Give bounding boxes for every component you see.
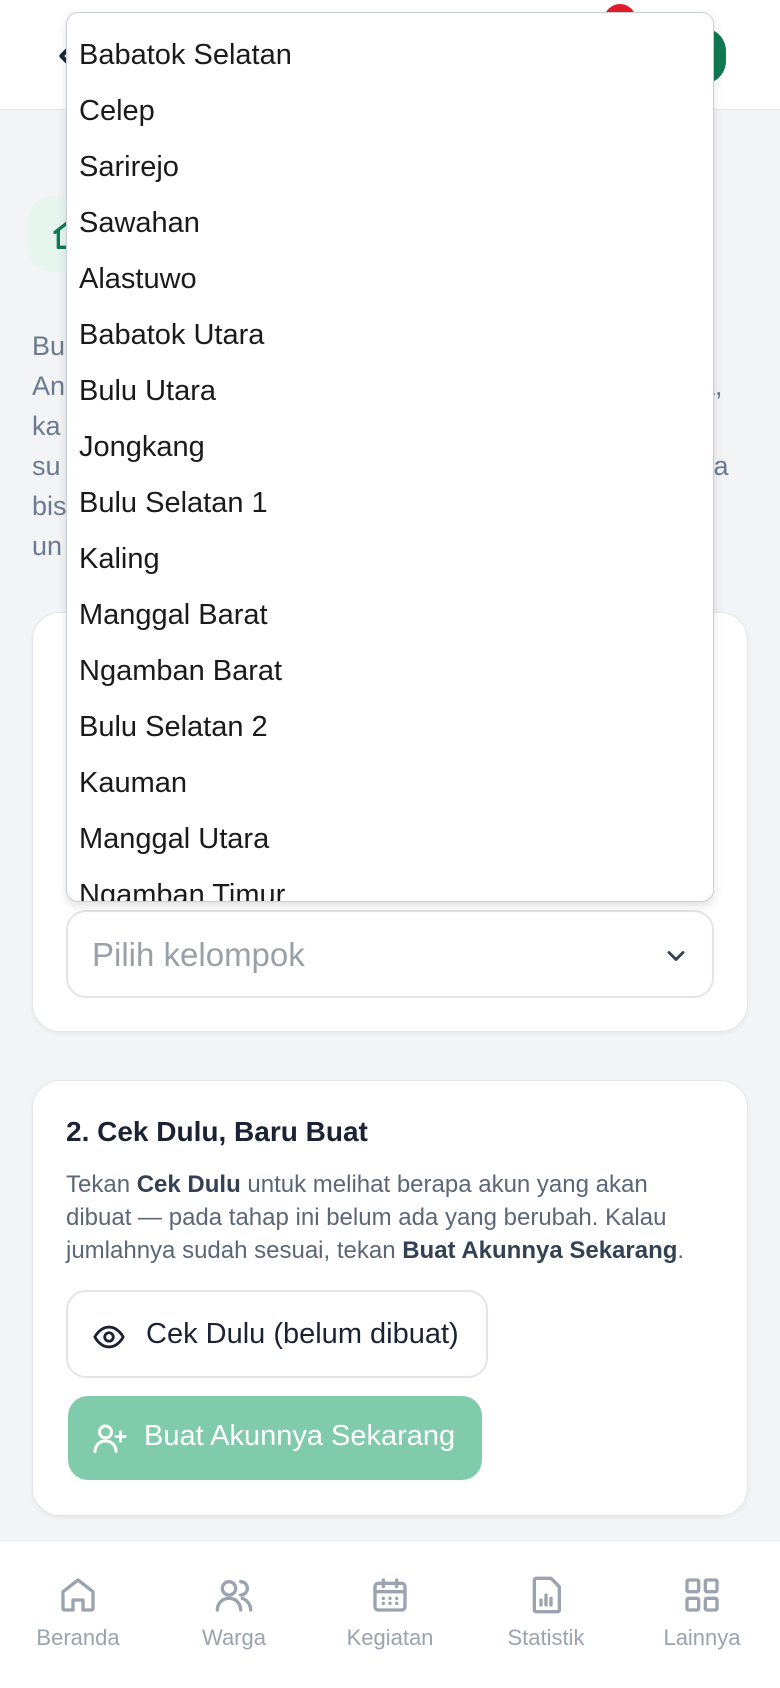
home-icon — [61, 1578, 95, 1612]
nav-label: Lainnya — [663, 1625, 741, 1650]
create-accounts-button[interactable]: Buat Akunnya Sekarang — [68, 1396, 482, 1480]
nav-item-lainnya[interactable]: Lainnya — [624, 1541, 780, 1688]
users-icon — [215, 1580, 253, 1612]
dropdown-option[interactable]: Kauman — [79, 755, 699, 811]
desc-bold: Buat Akunnya Sekarang — [402, 1237, 678, 1264]
desc-text: Tekan — [66, 1171, 137, 1198]
nav-item-beranda[interactable]: Beranda — [0, 1541, 156, 1688]
dropdown-option[interactable]: Bulu Utara — [79, 363, 699, 419]
dropdown-option[interactable]: Babatok Selatan — [79, 27, 699, 83]
nav-item-kegiatan[interactable]: Kegiatan — [312, 1541, 468, 1688]
dropdown-option[interactable]: Jongkang — [79, 419, 699, 475]
dropdown-option[interactable]: Sarirejo — [79, 139, 699, 195]
check-first-button[interactable]: Cek Dulu (belum dibuat) — [66, 1290, 488, 1378]
calendar-icon — [373, 1578, 407, 1612]
group-dropdown-list[interactable]: Babatok Selatan Celep Sarirejo Sawahan A… — [66, 12, 714, 902]
nav-label: Statistik — [507, 1625, 585, 1650]
create-accounts-label: Buat Akunnya Sekarang — [144, 1420, 456, 1452]
dropdown-option[interactable]: Bulu Selatan 2 — [79, 699, 699, 755]
bottom-nav: Beranda Warga Kegiatan Statistik Lainnya — [0, 1540, 780, 1688]
dropdown-option[interactable]: Kaling — [79, 531, 699, 587]
dropdown-option[interactable]: Babatok Utara — [79, 307, 699, 363]
dropdown-option[interactable]: Manggal Utara — [79, 811, 699, 867]
nav-item-warga[interactable]: Warga — [156, 1541, 312, 1688]
eye-icon — [93, 1325, 125, 1349]
grid-icon — [685, 1578, 719, 1612]
group-select[interactable]: Pilih kelompok — [66, 910, 714, 998]
chart-file-icon — [532, 1576, 561, 1614]
step2-description: Tekan Cek Dulu untuk melihat berapa akun… — [66, 1168, 706, 1267]
dropdown-option[interactable]: Ngamban Barat — [79, 643, 699, 699]
dropdown-option[interactable]: Sawahan — [79, 195, 699, 251]
dropdown-option[interactable]: Manggal Barat — [79, 587, 699, 643]
nav-label: Beranda — [36, 1625, 120, 1650]
desc-text: . — [677, 1237, 685, 1264]
dropdown-option[interactable]: Celep — [79, 83, 699, 139]
nav-item-statistik[interactable]: Statistik — [468, 1541, 624, 1688]
desc-bold: Cek Dulu — [136, 1171, 241, 1198]
nav-label: Kegiatan — [346, 1625, 434, 1650]
step2-title: 2. Cek Dulu, Baru Buat — [66, 1116, 368, 1147]
nav-label: Warga — [202, 1625, 266, 1650]
user-plus-icon — [93, 1424, 127, 1453]
check-first-label: Cek Dulu (belum dibuat) — [146, 1318, 459, 1350]
dropdown-option[interactable]: Alastuwo — [79, 251, 699, 307]
dropdown-option[interactable]: Bulu Selatan 1 — [79, 475, 699, 531]
dropdown-option[interactable]: Ngamban Timur — [79, 867, 699, 901]
chevron-down-icon — [667, 951, 685, 961]
group-select-placeholder: Pilih kelompok — [92, 936, 305, 973]
